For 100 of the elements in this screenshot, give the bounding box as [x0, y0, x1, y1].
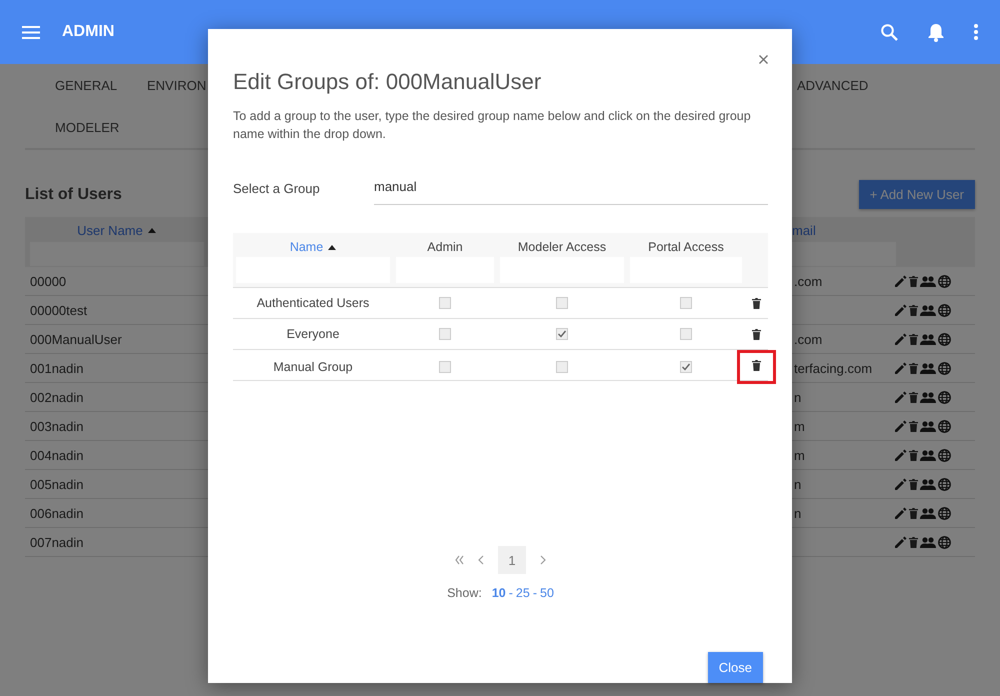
- checkbox[interactable]: [556, 361, 568, 373]
- trash-icon[interactable]: [909, 392, 918, 402]
- globe-icon[interactable]: [938, 304, 951, 316]
- checkbox[interactable]: [680, 328, 692, 340]
- checkbox[interactable]: [556, 297, 568, 309]
- table-cell-text: 00000: [29, 274, 68, 288]
- column-header[interactable]: Portal Access: [648, 240, 724, 254]
- dialog-title: Edit Groups of: 000ManualUser: [233, 69, 542, 95]
- page-size-option[interactable]: 50: [540, 586, 554, 600]
- checkbox[interactable]: [439, 361, 451, 373]
- trash-icon[interactable]: [909, 420, 918, 432]
- globe-icon[interactable]: [938, 332, 951, 346]
- people-icon[interactable]: [920, 508, 936, 518]
- delete-icon[interactable]: [752, 328, 761, 340]
- filter-field[interactable]: [30, 242, 204, 266]
- pencil-icon[interactable]: [895, 507, 907, 519]
- trash-icon[interactable]: [909, 362, 918, 374]
- more-icon[interactable]: [974, 24, 978, 40]
- table-cell: m: [794, 418, 805, 434]
- trash-icon[interactable]: [909, 450, 918, 460]
- pencil-icon[interactable]: [895, 391, 907, 403]
- group-search-field[interactable]: manual: [374, 179, 768, 205]
- table-cell: .com: [794, 274, 822, 288]
- people-icon[interactable]: [920, 536, 936, 548]
- table-cell-text: 00000test: [29, 302, 88, 318]
- people-icon[interactable]: [920, 450, 936, 460]
- people-icon[interactable]: [920, 362, 936, 374]
- globe-icon[interactable]: [938, 274, 951, 288]
- previous-icon[interactable]: [478, 555, 484, 565]
- globe-icon[interactable]: [938, 506, 951, 520]
- tab[interactable]: ENVIRON: [147, 64, 206, 106]
- separator: -: [508, 586, 513, 600]
- pencil-icon[interactable]: [895, 420, 907, 432]
- menu-icon[interactable]: [22, 26, 40, 38]
- table-cell-text: 001nadin: [29, 360, 84, 376]
- table-cell-text: 007nadin: [29, 534, 84, 550]
- globe-icon[interactable]: [938, 478, 951, 490]
- app-title: ADMIN: [62, 23, 116, 41]
- people-icon[interactable]: [920, 276, 936, 286]
- pencil-icon[interactable]: [895, 275, 907, 287]
- globe-icon[interactable]: [938, 420, 951, 432]
- tab[interactable]: ADVANCED: [797, 64, 868, 106]
- people-icon[interactable]: [920, 392, 936, 402]
- tab[interactable]: GENERAL: [55, 64, 118, 106]
- trash-icon[interactable]: [909, 334, 918, 344]
- table-cell-text: Everyone: [286, 327, 340, 341]
- search-icon[interactable]: [881, 24, 898, 40]
- checkbox[interactable]: [680, 361, 692, 373]
- table-cell-text: 000ManualUser: [29, 332, 123, 346]
- column-header[interactable]: mail: [792, 223, 816, 238]
- delete-icon[interactable]: [752, 360, 761, 371]
- checkbox[interactable]: [680, 297, 692, 309]
- people-icon[interactable]: [920, 420, 936, 432]
- trash-icon[interactable]: [909, 304, 918, 316]
- table-cell: .com: [794, 332, 822, 346]
- table-cell: n: [794, 390, 802, 404]
- close-button[interactable]: Close: [708, 652, 763, 683]
- table-cell: m: [794, 448, 805, 462]
- page-button[interactable]: 1: [498, 546, 526, 574]
- bell-icon[interactable]: [928, 22, 944, 42]
- column-header[interactable]: User Name: [77, 223, 143, 238]
- people-icon[interactable]: [920, 478, 936, 490]
- table-cell-text: 003nadin: [29, 418, 84, 434]
- page-size-label: Show:: [447, 586, 482, 600]
- checkbox[interactable]: [439, 297, 451, 309]
- table-cell: n: [794, 476, 802, 492]
- globe-icon[interactable]: [938, 448, 951, 462]
- checkbox[interactable]: [439, 328, 451, 340]
- trash-icon[interactable]: [909, 508, 918, 518]
- filter-field[interactable]: [792, 242, 896, 266]
- pencil-icon[interactable]: [895, 536, 907, 548]
- first-page-icon[interactable]: [455, 555, 464, 565]
- page-size-option[interactable]: 25: [516, 586, 530, 600]
- globe-icon[interactable]: [938, 362, 951, 374]
- tab[interactable]: MODELER: [55, 106, 120, 148]
- pencil-icon[interactable]: [895, 333, 907, 345]
- next-icon[interactable]: [540, 555, 546, 565]
- page-size-option[interactable]: 10: [492, 586, 506, 600]
- column-header[interactable]: Name: [290, 240, 324, 254]
- checkbox[interactable]: [556, 328, 568, 340]
- pencil-icon[interactable]: [895, 304, 907, 316]
- column-header[interactable]: Modeler Access: [518, 240, 606, 254]
- people-icon[interactable]: [920, 334, 936, 344]
- trash-icon[interactable]: [909, 536, 918, 548]
- trash-icon[interactable]: [909, 276, 918, 286]
- globe-icon[interactable]: [938, 536, 951, 548]
- delete-icon[interactable]: [752, 298, 761, 308]
- pencil-icon[interactable]: [895, 362, 907, 374]
- pencil-icon[interactable]: [895, 478, 907, 490]
- table-cell: n: [794, 506, 802, 520]
- sort-ascending-icon[interactable]: [328, 244, 336, 250]
- people-icon[interactable]: [920, 304, 936, 316]
- table-cell-text: Authenticated Users: [256, 296, 370, 310]
- pencil-icon[interactable]: [895, 449, 907, 461]
- globe-icon[interactable]: [938, 390, 951, 404]
- trash-icon[interactable]: [909, 478, 918, 490]
- column-header[interactable]: Admin: [427, 240, 463, 254]
- add-user-button[interactable]: + Add New User: [858, 180, 975, 209]
- table-cell-text: 006nadin: [29, 506, 84, 520]
- field-label: Select a Group: [233, 180, 321, 196]
